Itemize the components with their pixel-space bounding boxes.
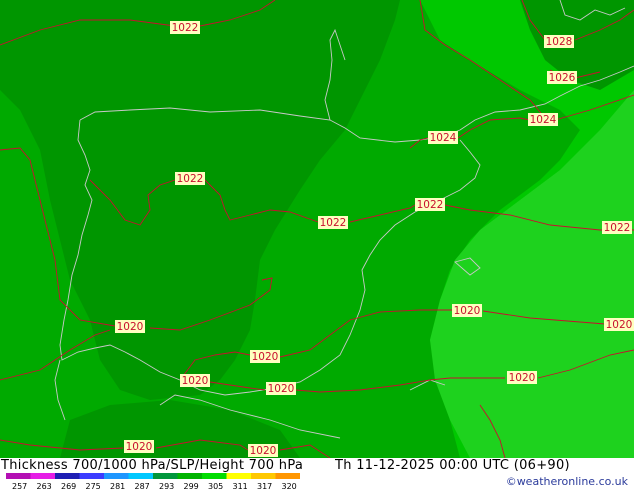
isobar-label: 1020 bbox=[124, 440, 154, 453]
weather-map: 1022 1028 1026 1024 1024 1022 1022 1022 … bbox=[0, 0, 634, 458]
isobar-label: 1022 bbox=[170, 21, 200, 34]
svg-text:1020: 1020 bbox=[606, 319, 633, 331]
isobar-label: 1024 bbox=[528, 113, 558, 126]
legend-swatch bbox=[104, 473, 129, 479]
isobar-label: 1020 bbox=[604, 318, 634, 331]
svg-text:1020: 1020 bbox=[126, 441, 153, 453]
svg-text:1020: 1020 bbox=[250, 445, 277, 457]
legend-swatch bbox=[226, 473, 251, 479]
svg-text:1022: 1022 bbox=[604, 222, 631, 234]
svg-text:1022: 1022 bbox=[177, 173, 204, 185]
legend-swatch bbox=[6, 473, 31, 479]
legend-swatch bbox=[128, 473, 153, 479]
svg-text:1026: 1026 bbox=[549, 72, 576, 84]
legend-tick: 311 bbox=[233, 482, 248, 490]
legend-swatch bbox=[202, 473, 227, 479]
legend-tick: 287 bbox=[135, 482, 150, 490]
svg-text:1022: 1022 bbox=[172, 22, 199, 34]
footer-bar: Thickness 700/1000 hPa/SLP/Height 700 hP… bbox=[0, 458, 634, 490]
legend-tick: 257 bbox=[12, 482, 27, 490]
isobar-label: 1020 bbox=[507, 371, 537, 384]
legend-tick: 281 bbox=[110, 482, 125, 490]
legend-swatch bbox=[251, 473, 276, 479]
credit-link[interactable]: ©weatheronline.co.uk bbox=[506, 475, 628, 488]
svg-text:1024: 1024 bbox=[430, 132, 457, 144]
isobar-label: 1020 bbox=[180, 374, 210, 387]
isobar-label: 1028 bbox=[544, 35, 574, 48]
legend-ticks: 257 263 269 275 281 287 293 299 305 311 317 320 bbox=[12, 482, 297, 490]
isobar-label: 1024 bbox=[428, 131, 458, 144]
color-legend: 257 263 269 275 281 287 293 299 305 311 317 320 bbox=[6, 473, 300, 490]
svg-text:1022: 1022 bbox=[417, 199, 444, 211]
legend-tick: 269 bbox=[61, 482, 76, 490]
legend-swatch bbox=[275, 473, 300, 479]
isobar-label: 1022 bbox=[318, 216, 348, 229]
isobar-label: 1020 bbox=[250, 350, 280, 363]
svg-text:1020: 1020 bbox=[509, 372, 536, 384]
legend-tick: 305 bbox=[208, 482, 223, 490]
svg-text:1020: 1020 bbox=[182, 375, 209, 387]
legend-swatch bbox=[153, 473, 178, 479]
valid-time: Th 11-12-2025 00:00 UTC (06+90) bbox=[335, 458, 570, 473]
isobar-label: 1026 bbox=[547, 71, 577, 84]
legend-swatch bbox=[177, 473, 202, 479]
legend-tick: 293 bbox=[159, 482, 174, 490]
legend-tick: 275 bbox=[86, 482, 101, 490]
svg-text:1024: 1024 bbox=[530, 114, 557, 126]
isobar-label: 1020 bbox=[452, 304, 482, 317]
legend-tick: 299 bbox=[184, 482, 199, 490]
isobar-label: 1022 bbox=[415, 198, 445, 211]
svg-text:1020: 1020 bbox=[117, 321, 144, 333]
legend-tick: 263 bbox=[37, 482, 52, 490]
isobar-label: 1022 bbox=[175, 172, 205, 185]
isobar-label: 1020 bbox=[115, 320, 145, 333]
isobar-label: 1020 bbox=[266, 382, 296, 395]
map-title: Thickness 700/1000 hPa/SLP/Height 700 hP… bbox=[1, 458, 304, 473]
legend-swatches bbox=[6, 473, 300, 479]
svg-text:1022: 1022 bbox=[320, 217, 347, 229]
legend-swatch bbox=[30, 473, 55, 479]
legend-swatch bbox=[55, 473, 80, 479]
legend-swatch bbox=[79, 473, 104, 479]
svg-text:1028: 1028 bbox=[546, 36, 573, 48]
isobar-label: 1022 bbox=[602, 221, 632, 234]
svg-text:1020: 1020 bbox=[454, 305, 481, 317]
svg-text:1020: 1020 bbox=[252, 351, 279, 363]
legend-tick: 320 bbox=[282, 482, 297, 490]
legend-tick: 317 bbox=[257, 482, 272, 490]
svg-text:1020: 1020 bbox=[268, 383, 295, 395]
isobar-label: 1020 bbox=[248, 444, 278, 457]
